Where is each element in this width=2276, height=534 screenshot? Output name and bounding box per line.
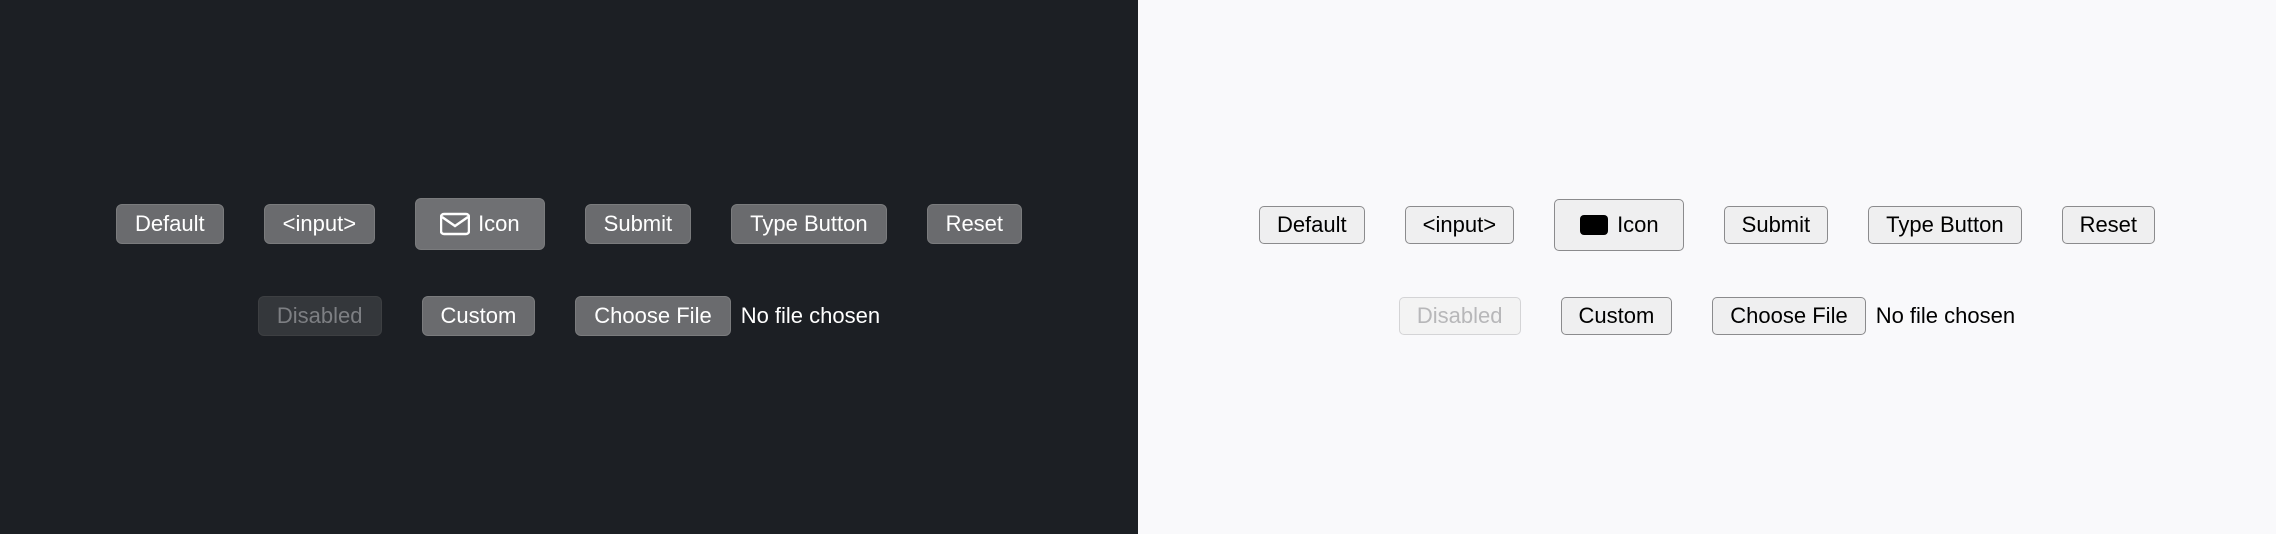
disabled-button: Disabled	[1399, 297, 1521, 335]
envelope-icon	[440, 212, 470, 236]
type-button[interactable]: Type Button	[731, 204, 886, 244]
submit-button[interactable]: Submit	[1724, 206, 1828, 244]
custom-button[interactable]: Custom	[422, 296, 536, 336]
choose-file-button[interactable]: Choose File	[1712, 297, 1865, 335]
icon-button[interactable]: Icon	[1554, 199, 1684, 251]
file-status-text: No file chosen	[1876, 303, 2015, 329]
input-button[interactable]: <input>	[1405, 206, 1514, 244]
submit-button[interactable]: Submit	[585, 204, 691, 244]
custom-button[interactable]: Custom	[1561, 297, 1673, 335]
choose-file-button[interactable]: Choose File	[575, 296, 730, 336]
icon-button-label: Icon	[478, 211, 520, 237]
light-theme-panel: Default <input> Icon Submit Type Button …	[1138, 0, 2276, 534]
default-button[interactable]: Default	[116, 204, 224, 244]
button-row-1: Default <input> Icon Submit Type Button …	[1259, 199, 2155, 251]
file-input-group: Choose File No file chosen	[1712, 297, 2015, 335]
input-button[interactable]: <input>	[264, 204, 375, 244]
reset-button[interactable]: Reset	[927, 204, 1022, 244]
dark-theme-panel: Default <input> Icon Submit Type Button …	[0, 0, 1138, 534]
file-status-text: No file chosen	[741, 303, 880, 329]
type-button[interactable]: Type Button	[1868, 206, 2021, 244]
icon-button-label: Icon	[1617, 212, 1659, 238]
file-input-group: Choose File No file chosen	[575, 296, 880, 336]
disabled-button: Disabled	[258, 296, 382, 336]
default-button[interactable]: Default	[1259, 206, 1365, 244]
button-row-2: Disabled Custom Choose File No file chos…	[1399, 297, 2015, 335]
button-row-1: Default <input> Icon Submit Type Button …	[116, 198, 1022, 250]
icon-button[interactable]: Icon	[415, 198, 545, 250]
button-row-2: Disabled Custom Choose File No file chos…	[258, 296, 880, 336]
envelope-icon	[1579, 213, 1609, 237]
reset-button[interactable]: Reset	[2062, 206, 2155, 244]
